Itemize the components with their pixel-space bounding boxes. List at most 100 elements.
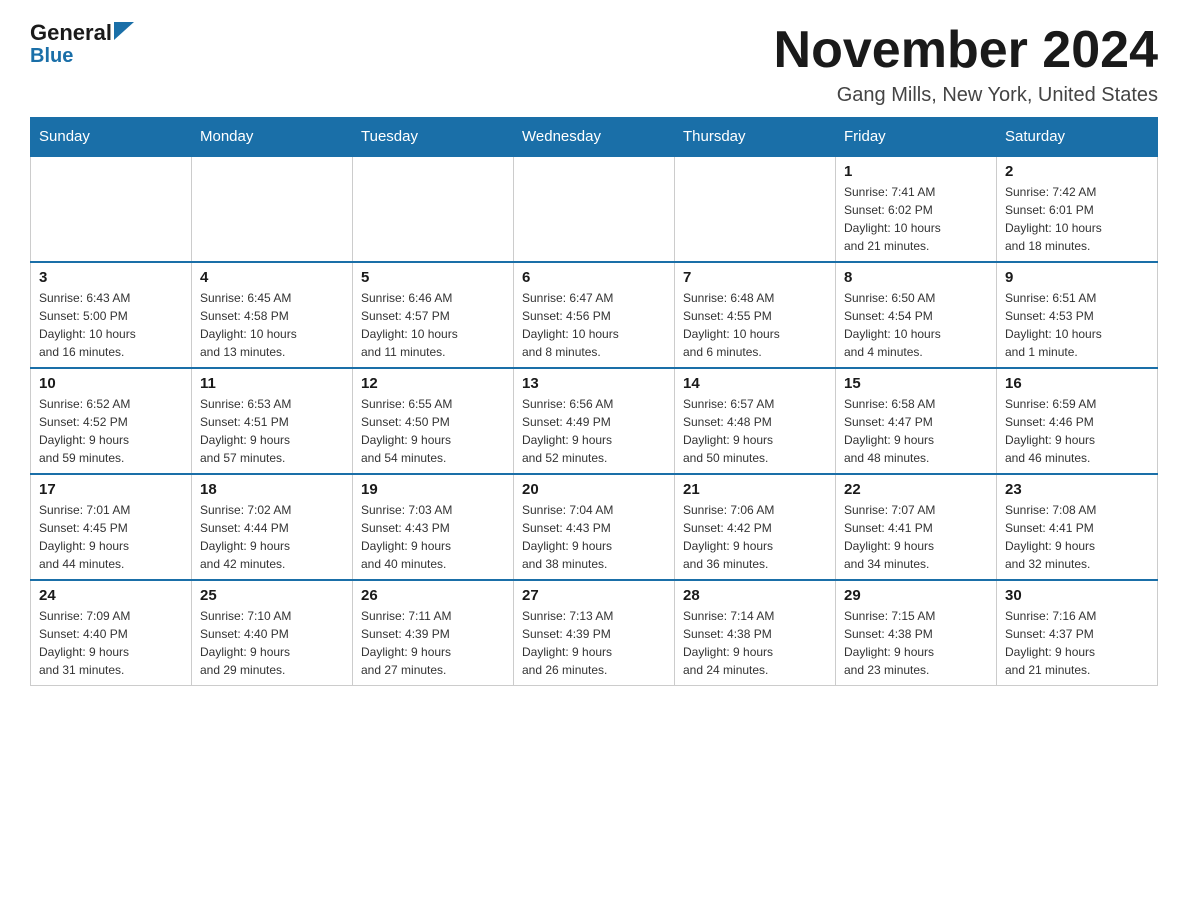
page-header: General Blue November 2024 Gang Mills, N… (30, 20, 1158, 107)
day-number: 10 (39, 375, 183, 392)
day-number: 5 (361, 269, 505, 286)
week-row-5: 24Sunrise: 7:09 AM Sunset: 4:40 PM Dayli… (31, 580, 1158, 686)
day-cell: 25 Sunrise: 7:10 AM Sunset: 4:40 PM Dayli… (192, 580, 353, 686)
day-number: 6 (522, 269, 666, 286)
day-number: 12 (361, 375, 505, 392)
day-cell: 22Sunrise: 7:07 AM Sunset: 4:41 PM Dayli… (836, 474, 997, 580)
day-info: Sunrise: 6:53 AM Sunset: 4:51 PM Dayligh… (200, 395, 344, 467)
day-info: Sunrise: 6:46 AM Sunset: 4:57 PM Dayligh… (361, 289, 505, 361)
day-info: Sunrise: 7:08 AM Sunset: 4:41 PM Dayligh… (1005, 501, 1149, 573)
day-cell: 23Sunrise: 7:08 AM Sunset: 4:41 PM Dayli… (997, 474, 1158, 580)
day-cell: 9 Sunrise: 6:51 AM Sunset: 4:53 PM Daylig… (997, 262, 1158, 368)
header-saturday: Saturday (997, 118, 1158, 157)
day-number: 17 (39, 481, 183, 498)
day-number: 15 (844, 375, 988, 392)
day-info: Sunrise: 7:14 AM Sunset: 4:38 PM Dayligh… (683, 607, 827, 679)
header-wednesday: Wednesday (514, 118, 675, 157)
day-number: 19 (361, 481, 505, 498)
day-cell: 27Sunrise: 7:13 AM Sunset: 4:39 PM Dayli… (514, 580, 675, 686)
day-cell (192, 156, 353, 262)
header-monday: Monday (192, 118, 353, 157)
day-number: 11 (200, 375, 344, 392)
day-cell (353, 156, 514, 262)
day-cell: 2 Sunrise: 7:42 AM Sunset: 6:01 PM Daylig… (997, 156, 1158, 262)
day-number: 30 (1005, 587, 1149, 604)
day-cell: 20 Sunrise: 7:04 AM Sunset: 4:43 PM Dayli… (514, 474, 675, 580)
day-info: Sunrise: 6:58 AM Sunset: 4:47 PM Dayligh… (844, 395, 988, 467)
day-number: 18 (200, 481, 344, 498)
day-number: 25 (200, 587, 344, 604)
day-cell: 6 Sunrise: 6:47 AM Sunset: 4:56 PM Daylig… (514, 262, 675, 368)
day-number: 9 (1005, 269, 1149, 286)
day-info: Sunrise: 6:50 AM Sunset: 4:54 PM Dayligh… (844, 289, 988, 361)
logo-general: General (30, 20, 112, 46)
week-row-3: 10 Sunrise: 6:52 AM Sunset: 4:52 PM Dayli… (31, 368, 1158, 474)
day-number: 2 (1005, 163, 1149, 180)
day-number: 28 (683, 587, 827, 604)
day-cell: 17 Sunrise: 7:01 AM Sunset: 4:45 PM Dayli… (31, 474, 192, 580)
day-cell: 18Sunrise: 7:02 AM Sunset: 4:44 PM Dayli… (192, 474, 353, 580)
day-cell: 5 Sunrise: 6:46 AM Sunset: 4:57 PM Daylig… (353, 262, 514, 368)
day-info: Sunrise: 7:04 AM Sunset: 4:43 PM Dayligh… (522, 501, 666, 573)
day-info: Sunrise: 6:47 AM Sunset: 4:56 PM Dayligh… (522, 289, 666, 361)
calendar-table: Sunday Monday Tuesday Wednesday Thursday… (30, 117, 1158, 686)
day-cell: 30 Sunrise: 7:16 AM Sunset: 4:37 PM Dayli… (997, 580, 1158, 686)
weekday-header-row: Sunday Monday Tuesday Wednesday Thursday… (31, 118, 1158, 157)
day-info: Sunrise: 6:59 AM Sunset: 4:46 PM Dayligh… (1005, 395, 1149, 467)
day-number: 24 (39, 587, 183, 604)
week-row-2: 3 Sunrise: 6:43 AM Sunset: 5:00 PM Daylig… (31, 262, 1158, 368)
day-cell: 3 Sunrise: 6:43 AM Sunset: 5:00 PM Daylig… (31, 262, 192, 368)
day-cell: 1 Sunrise: 7:41 AM Sunset: 6:02 PM Daylig… (836, 156, 997, 262)
day-info: Sunrise: 7:03 AM Sunset: 4:43 PM Dayligh… (361, 501, 505, 573)
calendar-subtitle: Gang Mills, New York, United States (774, 84, 1158, 107)
day-cell: 24Sunrise: 7:09 AM Sunset: 4:40 PM Dayli… (31, 580, 192, 686)
day-number: 20 (522, 481, 666, 498)
title-section: November 2024 Gang Mills, New York, Unit… (774, 20, 1158, 107)
day-cell: 7Sunrise: 6:48 AM Sunset: 4:55 PM Daylig… (675, 262, 836, 368)
day-info: Sunrise: 6:51 AM Sunset: 4:53 PM Dayligh… (1005, 289, 1149, 361)
day-info: Sunrise: 7:10 AM Sunset: 4:40 PM Dayligh… (200, 607, 344, 679)
day-cell: 29 Sunrise: 7:15 AM Sunset: 4:38 PM Dayli… (836, 580, 997, 686)
day-number: 1 (844, 163, 988, 180)
day-cell: 11 Sunrise: 6:53 AM Sunset: 4:51 PM Dayli… (192, 368, 353, 474)
week-row-1: 1 Sunrise: 7:41 AM Sunset: 6:02 PM Daylig… (31, 156, 1158, 262)
header-thursday: Thursday (675, 118, 836, 157)
header-tuesday: Tuesday (353, 118, 514, 157)
day-cell: 13 Sunrise: 6:56 AM Sunset: 4:49 PM Dayli… (514, 368, 675, 474)
logo-blue: Blue (30, 44, 73, 68)
day-cell: 16 Sunrise: 6:59 AM Sunset: 4:46 PM Dayli… (997, 368, 1158, 474)
day-cell: 12Sunrise: 6:55 AM Sunset: 4:50 PM Dayli… (353, 368, 514, 474)
week-row-4: 17 Sunrise: 7:01 AM Sunset: 4:45 PM Dayli… (31, 474, 1158, 580)
day-info: Sunrise: 7:16 AM Sunset: 4:37 PM Dayligh… (1005, 607, 1149, 679)
day-cell: 14Sunrise: 6:57 AM Sunset: 4:48 PM Dayli… (675, 368, 836, 474)
day-number: 4 (200, 269, 344, 286)
header-friday: Friday (836, 118, 997, 157)
day-cell: 8 Sunrise: 6:50 AM Sunset: 4:54 PM Daylig… (836, 262, 997, 368)
day-number: 29 (844, 587, 988, 604)
day-number: 8 (844, 269, 988, 286)
day-number: 3 (39, 269, 183, 286)
day-info: Sunrise: 7:15 AM Sunset: 4:38 PM Dayligh… (844, 607, 988, 679)
day-cell (675, 156, 836, 262)
day-number: 14 (683, 375, 827, 392)
day-info: Sunrise: 7:11 AM Sunset: 4:39 PM Dayligh… (361, 607, 505, 679)
day-info: Sunrise: 7:42 AM Sunset: 6:01 PM Dayligh… (1005, 183, 1149, 255)
day-number: 21 (683, 481, 827, 498)
day-cell: 4 Sunrise: 6:45 AM Sunset: 4:58 PM Daylig… (192, 262, 353, 368)
day-info: Sunrise: 7:41 AM Sunset: 6:02 PM Dayligh… (844, 183, 988, 255)
day-number: 16 (1005, 375, 1149, 392)
day-cell (514, 156, 675, 262)
logo-arrow-icon (114, 22, 134, 40)
day-cell: 26Sunrise: 7:11 AM Sunset: 4:39 PM Dayli… (353, 580, 514, 686)
day-info: Sunrise: 6:43 AM Sunset: 5:00 PM Dayligh… (39, 289, 183, 361)
logo: General Blue (30, 20, 134, 68)
day-info: Sunrise: 6:45 AM Sunset: 4:58 PM Dayligh… (200, 289, 344, 361)
day-cell: 21Sunrise: 7:06 AM Sunset: 4:42 PM Dayli… (675, 474, 836, 580)
day-info: Sunrise: 7:07 AM Sunset: 4:41 PM Dayligh… (844, 501, 988, 573)
day-number: 13 (522, 375, 666, 392)
day-info: Sunrise: 6:56 AM Sunset: 4:49 PM Dayligh… (522, 395, 666, 467)
day-cell: 19 Sunrise: 7:03 AM Sunset: 4:43 PM Dayli… (353, 474, 514, 580)
day-number: 27 (522, 587, 666, 604)
day-info: Sunrise: 7:01 AM Sunset: 4:45 PM Dayligh… (39, 501, 183, 573)
day-info: Sunrise: 6:52 AM Sunset: 4:52 PM Dayligh… (39, 395, 183, 467)
